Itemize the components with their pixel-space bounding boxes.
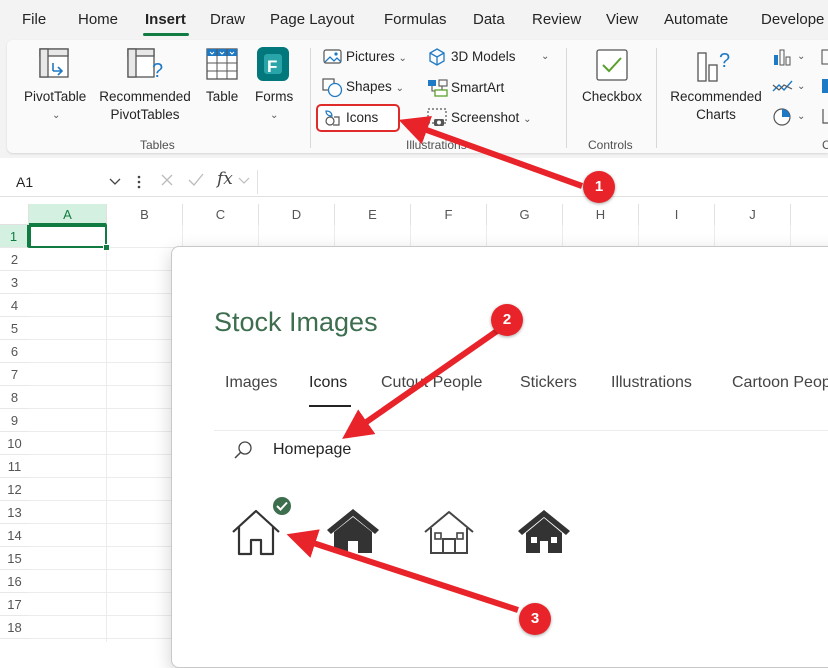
annotation-badge-2: 2 [491, 304, 523, 336]
arrow-1 [398, 115, 584, 189]
annotation-arrows [286, 115, 584, 613]
annotation-badge-1: 1 [583, 171, 615, 203]
annotation-badge-3: 3 [519, 603, 551, 635]
arrow-2 [342, 328, 499, 439]
arrow-3 [286, 529, 519, 613]
